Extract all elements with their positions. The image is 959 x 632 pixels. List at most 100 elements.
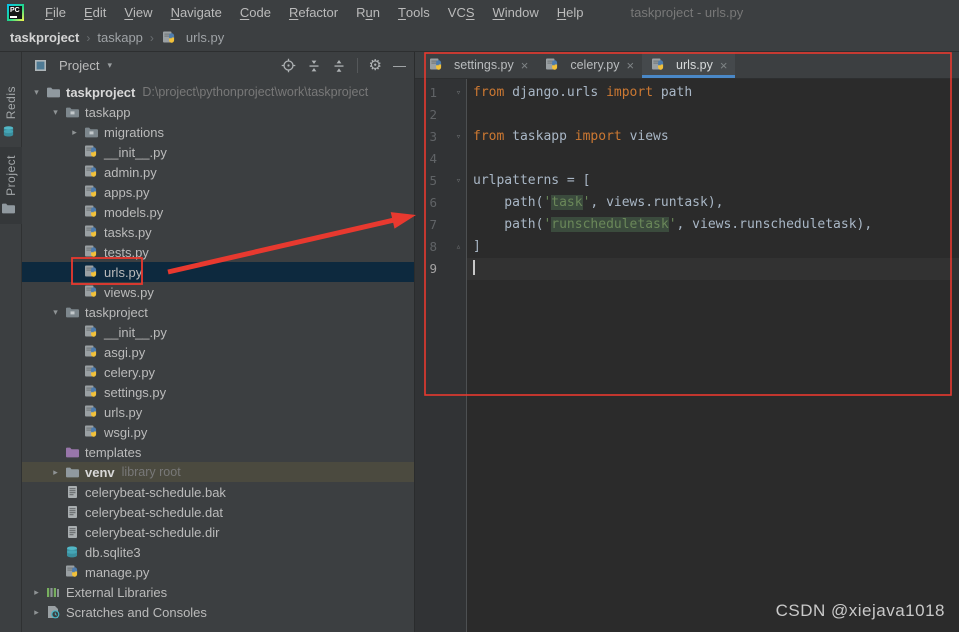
tree-item-external-libraries[interactable]: ▸External Libraries xyxy=(22,582,414,602)
tree-item-admin-py[interactable]: admin.py xyxy=(22,162,414,182)
code-area[interactable]: from django.urls import path from taskapp… xyxy=(467,79,959,632)
tree-item-urls-py[interactable]: urls.py xyxy=(22,402,414,422)
fold-down-icon[interactable]: ▿ xyxy=(452,82,465,104)
code-line-7[interactable]: path('runscheduletask', views.runschedul… xyxy=(467,214,959,236)
breadcrumb-item-taskapp[interactable]: taskapp xyxy=(97,30,143,45)
tab-close-icon[interactable]: × xyxy=(720,58,728,73)
tree-item-taskproject[interactable]: ▾taskproject xyxy=(22,302,414,322)
tool-window-button-project[interactable]: Project xyxy=(0,147,22,224)
tree-item-label: urls.py xyxy=(104,405,142,420)
menu-item-help[interactable]: Help xyxy=(548,0,593,24)
tree-item-db-sqlite3[interactable]: db.sqlite3 xyxy=(22,542,414,562)
editor-tab-celery-py[interactable]: celery.py× xyxy=(536,52,642,78)
chevron-right-icon[interactable]: ▸ xyxy=(47,467,64,478)
tree-item-templates[interactable]: templates xyxy=(22,442,414,462)
tree-item-urls-py[interactable]: urls.py xyxy=(22,262,414,282)
line-number: 4 xyxy=(415,148,437,170)
fold-up-icon[interactable]: ▵ xyxy=(452,236,465,258)
tree-item-models-py[interactable]: models.py xyxy=(22,202,414,222)
code-line-5[interactable]: urlpatterns = [ xyxy=(467,170,959,192)
menu-item-window[interactable]: Window xyxy=(484,0,548,24)
code-line-8[interactable]: ] xyxy=(467,236,959,258)
code-line-2[interactable] xyxy=(467,104,959,126)
editor-body[interactable]: 1▿23▿45▿678▵9 from django.urls import pa… xyxy=(415,79,959,632)
code-line-4[interactable] xyxy=(467,148,959,170)
editor-tab-urls-py[interactable]: urls.py× xyxy=(642,52,735,78)
tree-item-migrations[interactable]: ▸migrations xyxy=(22,122,414,142)
chevron-down-icon[interactable]: ▾ xyxy=(47,107,64,118)
tree-item-label: templates xyxy=(85,445,141,460)
fold-down-icon[interactable]: ▿ xyxy=(452,170,465,192)
tree-item-scratches-and-consoles[interactable]: ▸Scratches and Consoles xyxy=(22,602,414,622)
code-segment: runscheduletask xyxy=(551,217,668,232)
tree-item-celery-py[interactable]: celery.py xyxy=(22,362,414,382)
menu-item-view[interactable]: View xyxy=(115,0,161,24)
chevron-down-icon[interactable]: ▾ xyxy=(28,87,45,98)
tool-window-button-redis[interactable]: Redis xyxy=(0,78,22,147)
menu-item-file[interactable]: File xyxy=(36,0,75,24)
code-segment: , views.runscheduletask), xyxy=(677,217,873,232)
breadcrumb-item-urls-py[interactable]: urls.py xyxy=(161,30,224,45)
code-line-6[interactable]: path('task', views.runtask), xyxy=(467,192,959,214)
tree-item-detail: library root xyxy=(122,465,181,479)
editor-tab-settings-py[interactable]: settings.py× xyxy=(420,52,536,78)
tab-close-icon[interactable]: × xyxy=(521,58,529,73)
menu-item-edit[interactable]: Edit xyxy=(75,0,115,24)
chevron-down-icon[interactable]: ▾ xyxy=(107,60,112,71)
toolbar-separator xyxy=(357,58,358,73)
tree-item-label: celerybeat-schedule.dat xyxy=(85,505,223,520)
tree-item-manage-py[interactable]: manage.py xyxy=(22,562,414,582)
tree-item-tasks-py[interactable]: tasks.py xyxy=(22,222,414,242)
line-number: 5 xyxy=(415,170,437,192)
menu-item-navigate[interactable]: Navigate xyxy=(162,0,231,24)
code-segment: from xyxy=(473,129,512,144)
code-line-3[interactable]: from taskapp import views xyxy=(467,126,959,148)
code-segment: import xyxy=(606,85,661,100)
tree-item-taskapp[interactable]: ▾ taskapp xyxy=(22,102,414,122)
tree-item-init-py[interactable]: __init__.py xyxy=(22,322,414,342)
chevron-right-icon[interactable]: ▸ xyxy=(28,587,45,598)
tree-item-init-py[interactable]: __init__.py xyxy=(22,142,414,162)
tree-item-asgi-py[interactable]: asgi.py xyxy=(22,342,414,362)
project-panel-title: Project xyxy=(59,58,99,73)
tree-item-apps-py[interactable]: apps.py xyxy=(22,182,414,202)
menu-item-tools[interactable]: Tools xyxy=(389,0,439,24)
gutter-line-4: 4 xyxy=(415,148,466,170)
tree-item-label: wsgi.py xyxy=(104,425,147,440)
tree-item-label: asgi.py xyxy=(104,345,145,360)
tree-item-taskproject[interactable]: ▾taskprojectD:\project\pythonproject\wor… xyxy=(22,82,414,102)
chevron-right-icon[interactable]: ▸ xyxy=(66,127,83,138)
tab-close-icon[interactable]: × xyxy=(626,58,634,73)
breadcrumb-separator: › xyxy=(150,31,154,45)
tree-item-label: taskapp xyxy=(85,105,131,120)
tree-item-celerybeat-schedule-dat[interactable]: celerybeat-schedule.dat xyxy=(22,502,414,522)
menu-item-vcs[interactable]: VCS xyxy=(439,0,484,24)
code-line-1[interactable]: from django.urls import path xyxy=(467,82,959,104)
scratches-icon xyxy=(45,605,61,620)
breadcrumb-item-taskproject[interactable]: taskproject xyxy=(10,30,79,45)
chevron-right-icon[interactable]: ▸ xyxy=(28,607,45,618)
tree-item-celerybeat-schedule-dir[interactable]: celerybeat-schedule.dir xyxy=(22,522,414,542)
tree-item-wsgi-py[interactable]: wsgi.py xyxy=(22,422,414,442)
line-number: 2 xyxy=(415,104,437,126)
tree-item-celerybeat-schedule-bak[interactable]: celerybeat-schedule.bak xyxy=(22,482,414,502)
collapse-all-icon[interactable] xyxy=(332,59,346,73)
tree-item-views-py[interactable]: views.py xyxy=(22,282,414,302)
python-file-icon xyxy=(83,185,99,200)
menu-item-run[interactable]: Run xyxy=(347,0,389,24)
tree-item-settings-py[interactable]: settings.py xyxy=(22,382,414,402)
chevron-down-icon[interactable]: ▾ xyxy=(47,307,64,318)
fold-down-icon[interactable]: ▿ xyxy=(452,126,465,148)
menu-item-code[interactable]: Code xyxy=(231,0,280,24)
tree-item-tests-py[interactable]: tests.py xyxy=(22,242,414,262)
tool-window-label: Redis xyxy=(4,86,18,119)
tree-item-label: celerybeat-schedule.dir xyxy=(85,525,219,540)
tree-item-venv[interactable]: ▸venvlibrary root xyxy=(22,462,414,482)
collapse-selected-icon[interactable] xyxy=(307,59,321,73)
hide-panel-icon[interactable]: — xyxy=(393,59,406,72)
locate-icon[interactable] xyxy=(281,58,296,73)
tree-item-label: tests.py xyxy=(104,245,149,260)
code-line-9[interactable] xyxy=(467,258,959,280)
settings-gear-icon[interactable]: ⚙ xyxy=(369,58,382,73)
menu-item-refactor[interactable]: Refactor xyxy=(280,0,347,24)
